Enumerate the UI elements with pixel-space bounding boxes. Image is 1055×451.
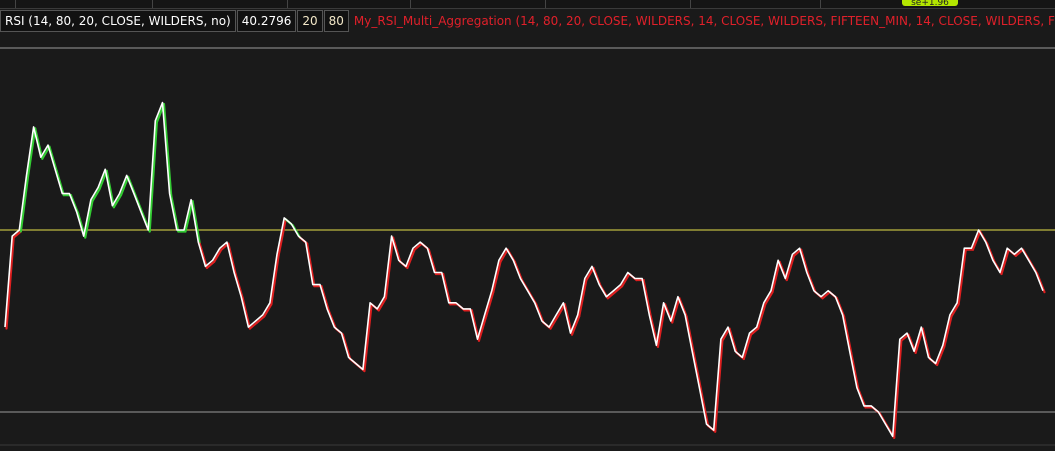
overbought-value: 80 (323, 10, 349, 32)
rsi-segment (162, 102, 173, 197)
rsi-segment (1036, 272, 1046, 294)
rsi-segment (363, 303, 373, 373)
rsi-segment (728, 327, 738, 354)
rsi-segment (513, 260, 524, 282)
rsi-segment (341, 333, 352, 360)
rsi-segment (191, 200, 201, 245)
rsi-segment (714, 339, 724, 433)
top-price-strip: se+1.96 (0, 0, 1055, 9)
aggregation-study-label[interactable]: My_RSI_Multi_Aggregation (14, 80, 20, CL… (350, 11, 1055, 31)
rsi-segment (105, 169, 115, 209)
oversold-value: 20 (297, 10, 323, 32)
rsi-segment (320, 285, 330, 312)
rsi-segment (5, 236, 15, 330)
rsi-segment (535, 303, 545, 324)
strip-tick (410, 0, 411, 8)
rsi-segment (384, 236, 395, 300)
rsi-chart[interactable] (0, 36, 1055, 446)
strip-tick (545, 0, 546, 8)
strip-tick (15, 0, 16, 8)
study-label[interactable]: RSI (14, 80, 20, CLOSE, WILDERS, no) (0, 10, 236, 32)
rsi-segment (241, 297, 251, 330)
strip-tick (287, 0, 288, 8)
rsi-segment (986, 242, 996, 263)
rsi-segment (327, 309, 337, 330)
rsi-segment (427, 248, 438, 276)
rsi-segment (642, 278, 652, 318)
rsi-segment (699, 388, 710, 427)
rsi-segment (48, 145, 58, 172)
rsi-segment (306, 242, 316, 288)
rsi-segment (592, 266, 602, 288)
rsi-segment (148, 121, 158, 233)
rsi-line (4, 101, 1044, 438)
rsi-segment (227, 242, 237, 276)
rsi-segment (134, 194, 144, 215)
rsi-segment (69, 194, 80, 215)
rsi-segment (678, 297, 688, 318)
strip-tick (152, 0, 153, 8)
study-header: RSI (14, 80, 20, CLOSE, WILDERS, no) 40.… (0, 9, 1055, 33)
rsi-segment (692, 351, 702, 391)
rsi-segment (842, 315, 853, 354)
rsi-segment (391, 236, 402, 263)
rsi-segment (807, 272, 817, 294)
strip-tick (690, 0, 691, 8)
rsi-segment (685, 315, 695, 354)
rsi-segment (893, 339, 903, 439)
rsi-segment (198, 242, 209, 269)
rsi-segment (921, 327, 932, 360)
rsi-segment (850, 351, 860, 391)
rsi-segment (170, 194, 180, 233)
strip-tick (820, 0, 821, 8)
rsi-segment (857, 388, 867, 409)
rsi-segment (442, 272, 452, 306)
price-tag: se+1.96 (902, 0, 958, 6)
rsi-segment (55, 169, 65, 197)
rsi-segment (34, 127, 44, 160)
rsi-segment (957, 248, 967, 306)
rsi-segment (800, 248, 810, 276)
rsi-segment (127, 175, 137, 197)
rsi-segment (234, 272, 244, 300)
rsi-value: 40.2796 (236, 10, 297, 32)
rsi-segment (19, 175, 30, 233)
